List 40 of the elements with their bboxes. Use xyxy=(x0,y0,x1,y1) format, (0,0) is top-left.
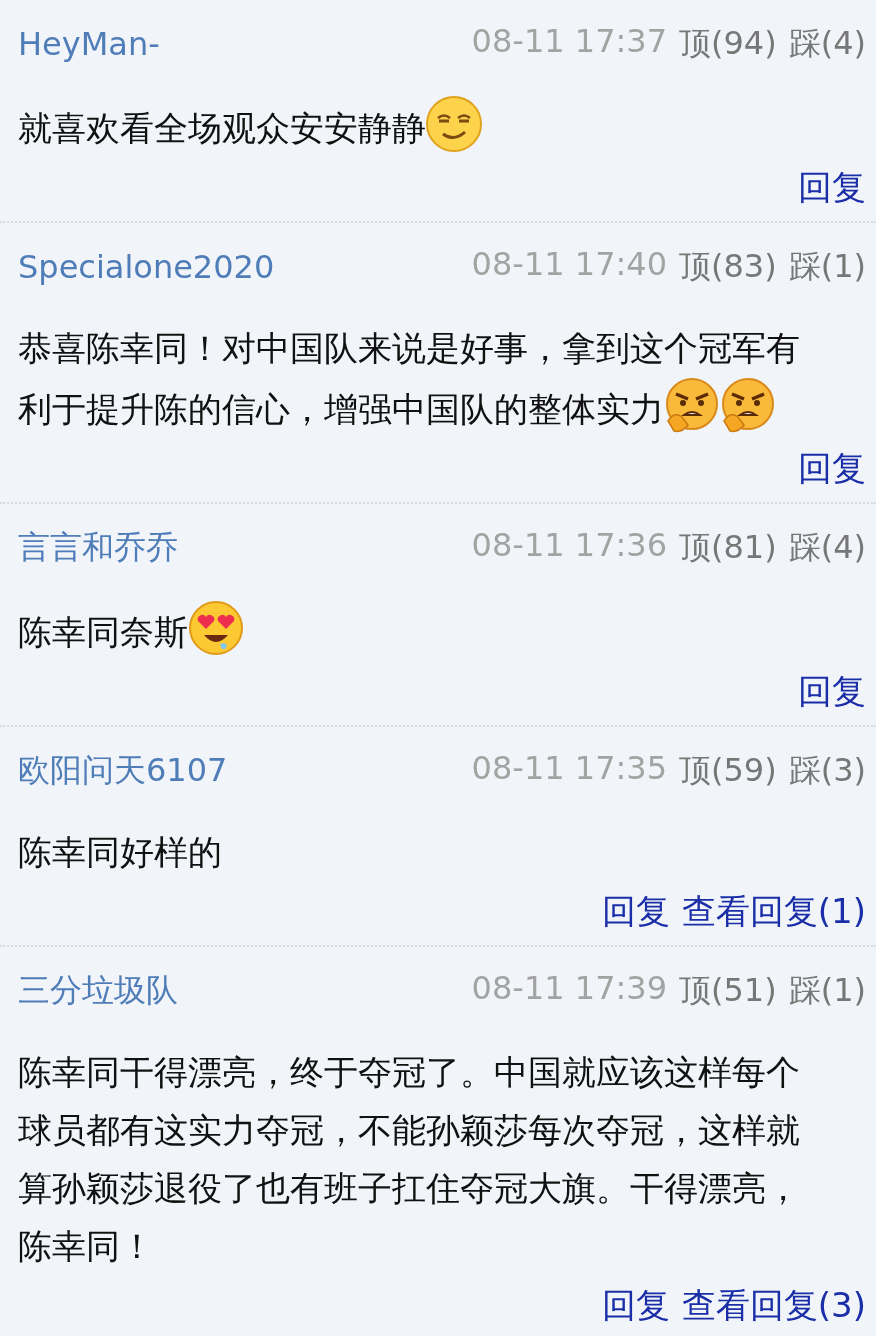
reply-link[interactable]: 查看回复(1) xyxy=(681,889,866,935)
comment-time: 08-11 17:39 xyxy=(471,969,667,1009)
comment-text: 陈幸同奈斯 xyxy=(18,612,188,652)
reply-link[interactable]: 回复 xyxy=(798,669,866,715)
comment-time: 08-11 17:36 xyxy=(471,526,667,566)
reply-link[interactable]: 回复 xyxy=(601,889,670,935)
downvote-link[interactable]: 踩(1) xyxy=(788,969,866,1013)
comment-text: 恭喜陈幸同！对中国队来说是好事，拿到这个冠军有 xyxy=(18,328,800,368)
upvote-link[interactable]: 顶(51) xyxy=(679,969,777,1013)
comment-text: 利于提升陈的信心，增强中国队的整体实力 xyxy=(18,389,664,429)
downvote-link[interactable]: 踩(4) xyxy=(788,22,866,66)
comment-time: 08-11 17:40 xyxy=(471,245,667,285)
downvote-link[interactable]: 踩(4) xyxy=(788,526,866,570)
upvote-link[interactable]: 顶(83) xyxy=(679,245,777,289)
username[interactable]: 欧阳问天6107 xyxy=(18,749,228,793)
downvote-link[interactable]: 踩(1) xyxy=(788,245,866,289)
username[interactable]: Specialone2020 xyxy=(18,248,275,286)
reply-link[interactable]: 回复 xyxy=(798,446,866,492)
angry-face-icon xyxy=(664,377,720,433)
comment-text: 就喜欢看全场观众安安静静 xyxy=(18,108,426,148)
angry-face-icon xyxy=(720,377,776,433)
upvote-link[interactable]: 顶(94) xyxy=(679,22,777,66)
heart-eyes-face-icon xyxy=(188,600,244,656)
reply-link[interactable]: 查看回复(3) xyxy=(681,1283,866,1329)
comment-time: 08-11 17:35 xyxy=(471,749,667,789)
username[interactable]: 言言和乔乔 xyxy=(18,526,178,570)
comment-text: 算孙颖莎退役了也有班子扛住夺冠大旗。干得漂亮， xyxy=(18,1168,800,1208)
comment-text: 陈幸同好样的 xyxy=(18,832,222,872)
reply-link[interactable]: 回复 xyxy=(601,1283,670,1329)
comment-time: 08-11 17:37 xyxy=(471,22,667,62)
username[interactable]: 三分垃圾队 xyxy=(18,969,178,1013)
smiling-face-icon xyxy=(426,96,482,152)
comment-text: 球员都有这实力夺冠，不能孙颖莎每次夺冠，这样就 xyxy=(18,1110,800,1150)
reply-link[interactable]: 回复 xyxy=(798,165,866,211)
comment-text: 陈幸同！ xyxy=(18,1226,154,1266)
username[interactable]: HeyMan- xyxy=(18,25,160,63)
upvote-link[interactable]: 顶(59) xyxy=(679,749,777,793)
upvote-link[interactable]: 顶(81) xyxy=(679,526,777,570)
downvote-link[interactable]: 踩(3) xyxy=(788,749,866,793)
comment-text: 陈幸同干得漂亮，终于夺冠了。中国就应该这样每个 xyxy=(18,1052,800,1092)
